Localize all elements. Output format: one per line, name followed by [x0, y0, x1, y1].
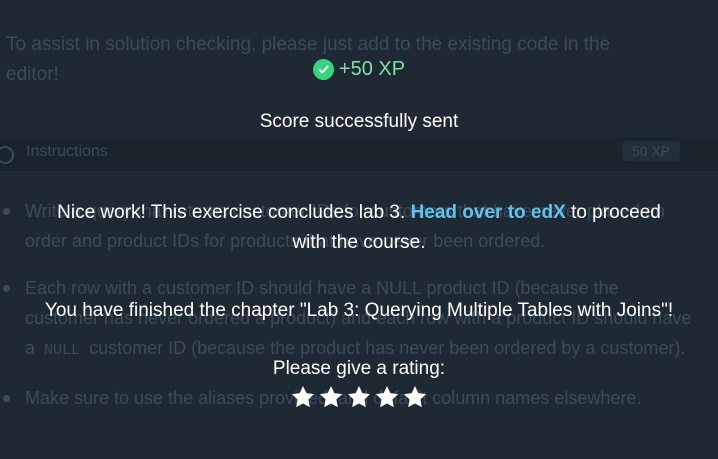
star-icon[interactable]: [318, 384, 344, 410]
xp-earned: +50 XP: [0, 58, 718, 81]
star-icon[interactable]: [346, 384, 372, 410]
check-circle-icon: [312, 59, 334, 80]
completion-message: Nice work! This exercise concludes lab 3…: [40, 198, 678, 258]
score-status-message: Score successfully sent: [259, 111, 459, 132]
completion-modal: +50 XP Score successfully sent Nice work…: [0, 0, 718, 459]
star-icon[interactable]: [402, 384, 428, 410]
completion-text: Nice work! This exercise concludes lab 3…: [57, 202, 406, 223]
star-icon[interactable]: [374, 384, 400, 410]
star-rating: [0, 384, 718, 410]
xp-label: +50 XP: [338, 58, 406, 80]
edx-link[interactable]: Head over to edX: [411, 202, 566, 223]
star-icon[interactable]: [290, 384, 316, 410]
rating-prompt: Please give a rating:: [272, 358, 446, 379]
chapter-finished-message: You have finished the chapter "Lab 3: Qu…: [44, 300, 674, 321]
